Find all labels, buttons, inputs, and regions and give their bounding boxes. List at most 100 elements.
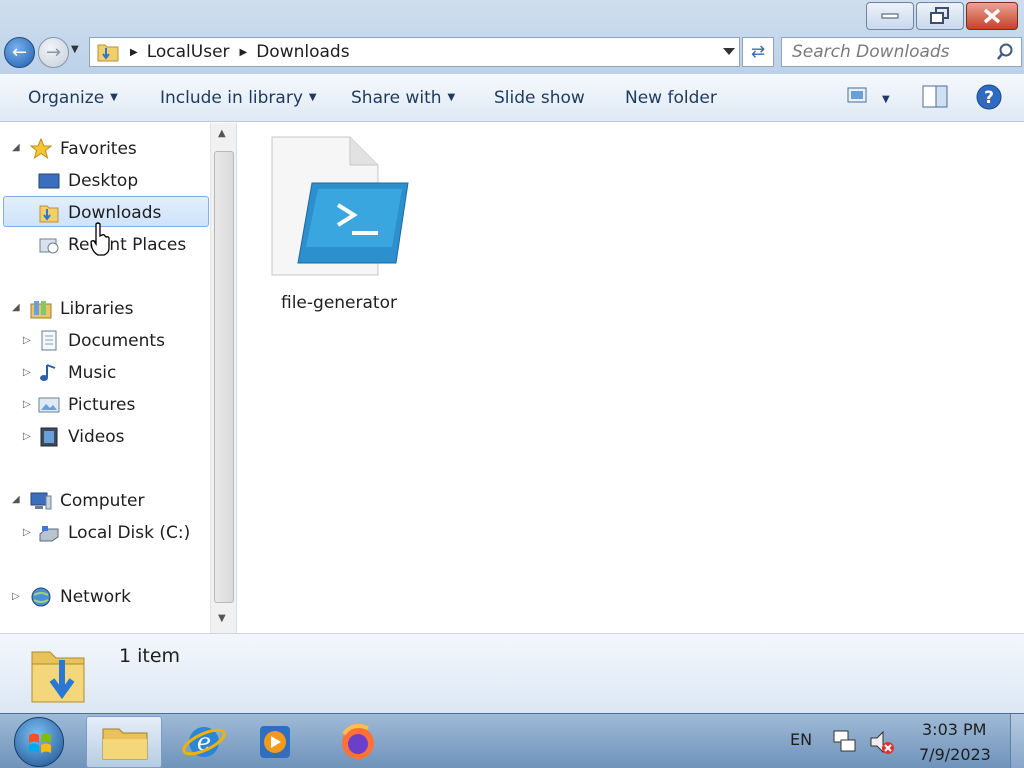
expand-arrow-icon[interactable]: ▷ xyxy=(23,335,31,346)
internet-explorer-icon: e xyxy=(182,727,226,757)
expand-arrow-icon[interactable]: ▷ xyxy=(23,399,31,410)
sidebar-label: Music xyxy=(68,363,117,383)
breadcrumb-separator[interactable]: ▶ xyxy=(240,47,248,58)
address-dropdown-icon[interactable] xyxy=(723,48,735,55)
hard-disk-icon xyxy=(38,522,60,544)
sidebar-item-local-disk[interactable]: Local Disk (C:) xyxy=(38,518,190,548)
sidebar-item-libraries[interactable]: Libraries xyxy=(30,294,133,324)
include-in-library-button[interactable]: Include in library ▼ xyxy=(160,88,317,108)
expand-arrow-icon[interactable]: ▷ xyxy=(23,367,31,378)
command-bar: Organize ▼ Include in library ▼ Share with… xyxy=(0,74,1024,122)
volume-muted-icon[interactable] xyxy=(868,729,896,755)
sidebar-label: Pictures xyxy=(68,395,136,415)
libraries-icon xyxy=(30,298,52,320)
taskbar-internet-explorer[interactable]: e xyxy=(166,716,242,768)
item-count: 1 item xyxy=(119,645,181,667)
collapse-arrow-icon[interactable]: ◢ xyxy=(12,142,20,153)
forward-button[interactable]: → xyxy=(38,37,69,68)
taskbar-firefox[interactable] xyxy=(320,716,396,768)
file-name[interactable]: file-generator xyxy=(268,293,410,313)
expand-arrow-icon[interactable]: ▷ xyxy=(12,591,20,602)
address-bar[interactable]: ▶ LocalUser ▶ Downloads xyxy=(89,37,740,67)
arrow-left-icon: ← xyxy=(11,42,28,63)
taskbar: e EN 3:03 PM 7/9/2023 xyxy=(0,713,1024,768)
documents-icon xyxy=(38,330,60,352)
search-icon[interactable] xyxy=(996,43,1014,61)
sidebar-item-recent-places[interactable]: Recent Places xyxy=(38,230,186,260)
sidebar-label: Libraries xyxy=(60,299,134,319)
preview-pane-button[interactable] xyxy=(922,85,948,114)
scroll-down-icon[interactable]: ▼ xyxy=(218,613,226,624)
change-view-button[interactable] xyxy=(847,86,869,109)
scrollbar-thumb[interactable] xyxy=(214,151,234,603)
sidebar-label: Recent Places xyxy=(68,235,187,255)
sidebar-item-pictures[interactable]: Pictures xyxy=(38,390,135,420)
sidebar-label: Favorites xyxy=(60,139,137,159)
network-tray-icon[interactable] xyxy=(832,729,858,755)
breadcrumb-localuser[interactable]: LocalUser xyxy=(147,42,230,62)
expand-arrow-icon[interactable]: ▷ xyxy=(23,527,31,538)
sidebar-label: Documents xyxy=(68,331,165,351)
chevron-down-icon: ▼ xyxy=(447,92,456,103)
network-icon xyxy=(30,586,52,608)
window-controls xyxy=(866,2,1018,30)
close-button[interactable] xyxy=(966,2,1018,30)
clock-time[interactable]: 3:03 PM xyxy=(922,720,986,739)
help-icon: ? xyxy=(976,84,1002,110)
sidebar-label: Computer xyxy=(60,491,145,511)
sidebar-item-music[interactable]: Music xyxy=(38,358,116,388)
sidebar-item-favorites[interactable]: Favorites xyxy=(29,134,137,164)
restore-button[interactable] xyxy=(916,2,964,30)
svg-text:?: ? xyxy=(984,88,994,108)
collapse-arrow-icon[interactable]: ◢ xyxy=(12,494,20,505)
refresh-button[interactable]: ⇄ xyxy=(742,37,774,67)
sidebar-item-network[interactable]: Network xyxy=(30,582,131,612)
folder-icon xyxy=(102,728,148,760)
file-list[interactable]: file-generator xyxy=(238,123,1024,633)
expand-arrow-icon[interactable]: ▷ xyxy=(23,431,31,442)
minimize-button[interactable] xyxy=(866,2,914,30)
recent-places-icon xyxy=(38,234,60,256)
star-icon xyxy=(29,137,53,160)
language-indicator[interactable]: EN xyxy=(790,730,812,749)
breadcrumb-downloads[interactable]: Downloads xyxy=(256,42,349,62)
firefox-icon xyxy=(342,724,374,759)
taskbar-explorer[interactable] xyxy=(86,716,162,768)
collapse-arrow-icon[interactable]: ◢ xyxy=(12,302,20,313)
breadcrumb-separator[interactable]: ▶ xyxy=(130,47,138,58)
arrow-right-icon: → xyxy=(45,42,62,63)
desktop-icon xyxy=(38,170,60,192)
sidebar-item-documents[interactable]: Documents xyxy=(38,326,165,356)
new-folder-button[interactable]: New folder xyxy=(625,88,717,108)
windows-logo-icon xyxy=(29,733,51,753)
show-desktop-button[interactable] xyxy=(1010,714,1024,768)
preview-pane-icon xyxy=(922,85,948,108)
sidebar-item-desktop[interactable]: Desktop xyxy=(38,166,138,196)
restore-icon xyxy=(930,7,949,24)
taskbar-media-player[interactable] xyxy=(236,716,312,768)
videos-icon xyxy=(38,426,60,448)
navigation-pane-scrollbar[interactable]: ▲ ▼ xyxy=(210,123,236,633)
organize-button[interactable]: Organize ▼ xyxy=(28,88,118,108)
start-button[interactable] xyxy=(14,717,64,767)
view-options-dropdown[interactable]: ▼ xyxy=(882,90,890,110)
computer-icon xyxy=(30,490,52,512)
back-button[interactable]: ← xyxy=(4,37,35,68)
organize-label: Organize xyxy=(28,88,105,108)
search-input[interactable]: Search Downloads xyxy=(781,37,1022,67)
slide-show-button[interactable]: Slide show xyxy=(494,88,585,108)
downloads-folder-icon xyxy=(38,202,60,224)
sidebar-item-computer[interactable]: Computer xyxy=(30,486,145,516)
details-pane: 1 item xyxy=(0,633,1024,713)
recent-pages-dropdown[interactable]: ▼ xyxy=(71,44,85,60)
include-label: Include in library xyxy=(160,88,303,108)
file-item[interactable]: file-generator xyxy=(268,135,410,313)
view-icon xyxy=(847,87,867,103)
pictures-icon xyxy=(38,394,60,416)
help-button[interactable]: ? xyxy=(976,84,1002,115)
chevron-down-icon: ▼ xyxy=(882,94,890,105)
sidebar-item-videos[interactable]: Videos xyxy=(38,422,125,452)
scroll-up-icon[interactable]: ▲ xyxy=(218,128,226,139)
share-with-button[interactable]: Share with ▼ xyxy=(351,88,455,108)
clock-date[interactable]: 7/9/2023 xyxy=(919,745,991,764)
